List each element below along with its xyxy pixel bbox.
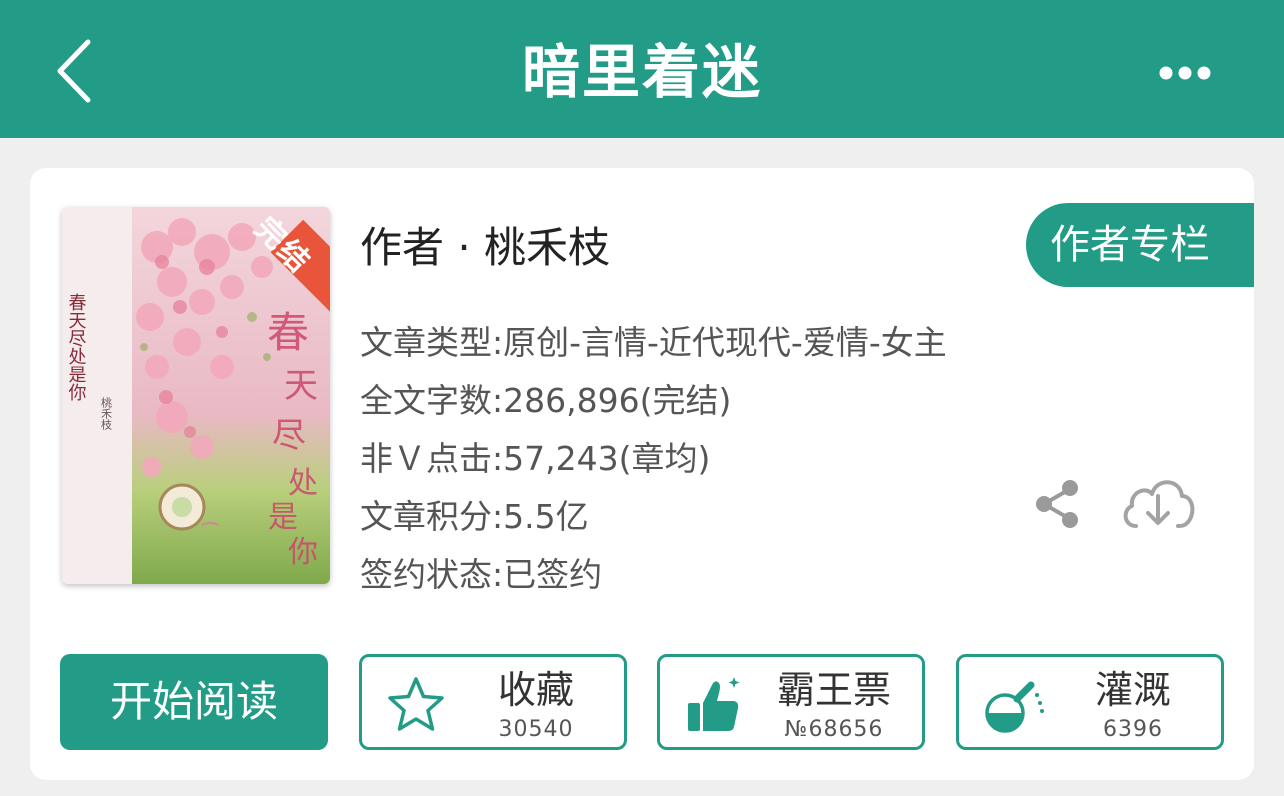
share-button[interactable]: [1030, 476, 1086, 532]
ticket-label: 霸王票: [776, 668, 891, 712]
flask-icon: [985, 681, 1044, 733]
cloud-download-icon: [1123, 480, 1195, 528]
book-cover[interactable]: 春 天 尽 处 是 你 春天尽处是你 桃禾枝 完结: [62, 207, 330, 584]
favorite-count: 30540: [498, 717, 574, 742]
more-button[interactable]: [1150, 56, 1220, 90]
download-button[interactable]: [1118, 470, 1198, 536]
nutrient-count: 6396: [1103, 717, 1163, 742]
svg-text:处: 处: [288, 466, 318, 501]
favorite-button[interactable]: 收藏 30540: [359, 654, 627, 750]
svg-text:春天尽处是你: 春天尽处是你: [66, 293, 87, 401]
app-header: 暗里着迷: [0, 0, 1284, 138]
author-name[interactable]: 作者 · 桃禾枝: [360, 222, 610, 274]
author-column-button[interactable]: 作者专栏: [1026, 203, 1254, 287]
start-reading-button[interactable]: 开始阅读: [60, 654, 328, 750]
nutrient-label: 灌溉: [1094, 668, 1171, 712]
favorite-label: 收藏: [497, 668, 574, 712]
info-clicks: 非Ｖ点击:57,243(章均): [360, 439, 711, 478]
info-score: 文章积分:5.5亿: [360, 497, 589, 536]
svg-text:桃禾枝: 桃禾枝: [100, 396, 113, 431]
info-contract: 签约状态:已签约: [360, 555, 603, 594]
thumbs-up-icon: [688, 677, 740, 731]
star-icon: [388, 677, 444, 731]
svg-text:春: 春: [267, 308, 309, 357]
svg-text:是: 是: [268, 500, 298, 535]
info-genre: 文章类型:原创-言情-近代现代-爱情-女主: [360, 323, 947, 362]
svg-text:你: 你: [288, 535, 318, 570]
more-horizontal-icon: [1159, 66, 1211, 80]
info-word-count: 全文字数:286,896(完结): [360, 381, 732, 420]
page-title: 暗里着迷: [521, 38, 762, 106]
svg-text:尽: 尽: [272, 416, 306, 456]
ticket-button[interactable]: 霸王票 №68656: [657, 654, 925, 750]
ticket-count: №68656: [784, 717, 884, 742]
svg-text:天: 天: [284, 366, 318, 406]
nutrient-button[interactable]: 灌溉 6396: [956, 654, 1224, 750]
book-info: 文章类型:原创-言情-近代现代-爱情-女主 全文字数:286,896(完结) 非…: [360, 314, 947, 604]
share-icon: [1036, 480, 1078, 528]
